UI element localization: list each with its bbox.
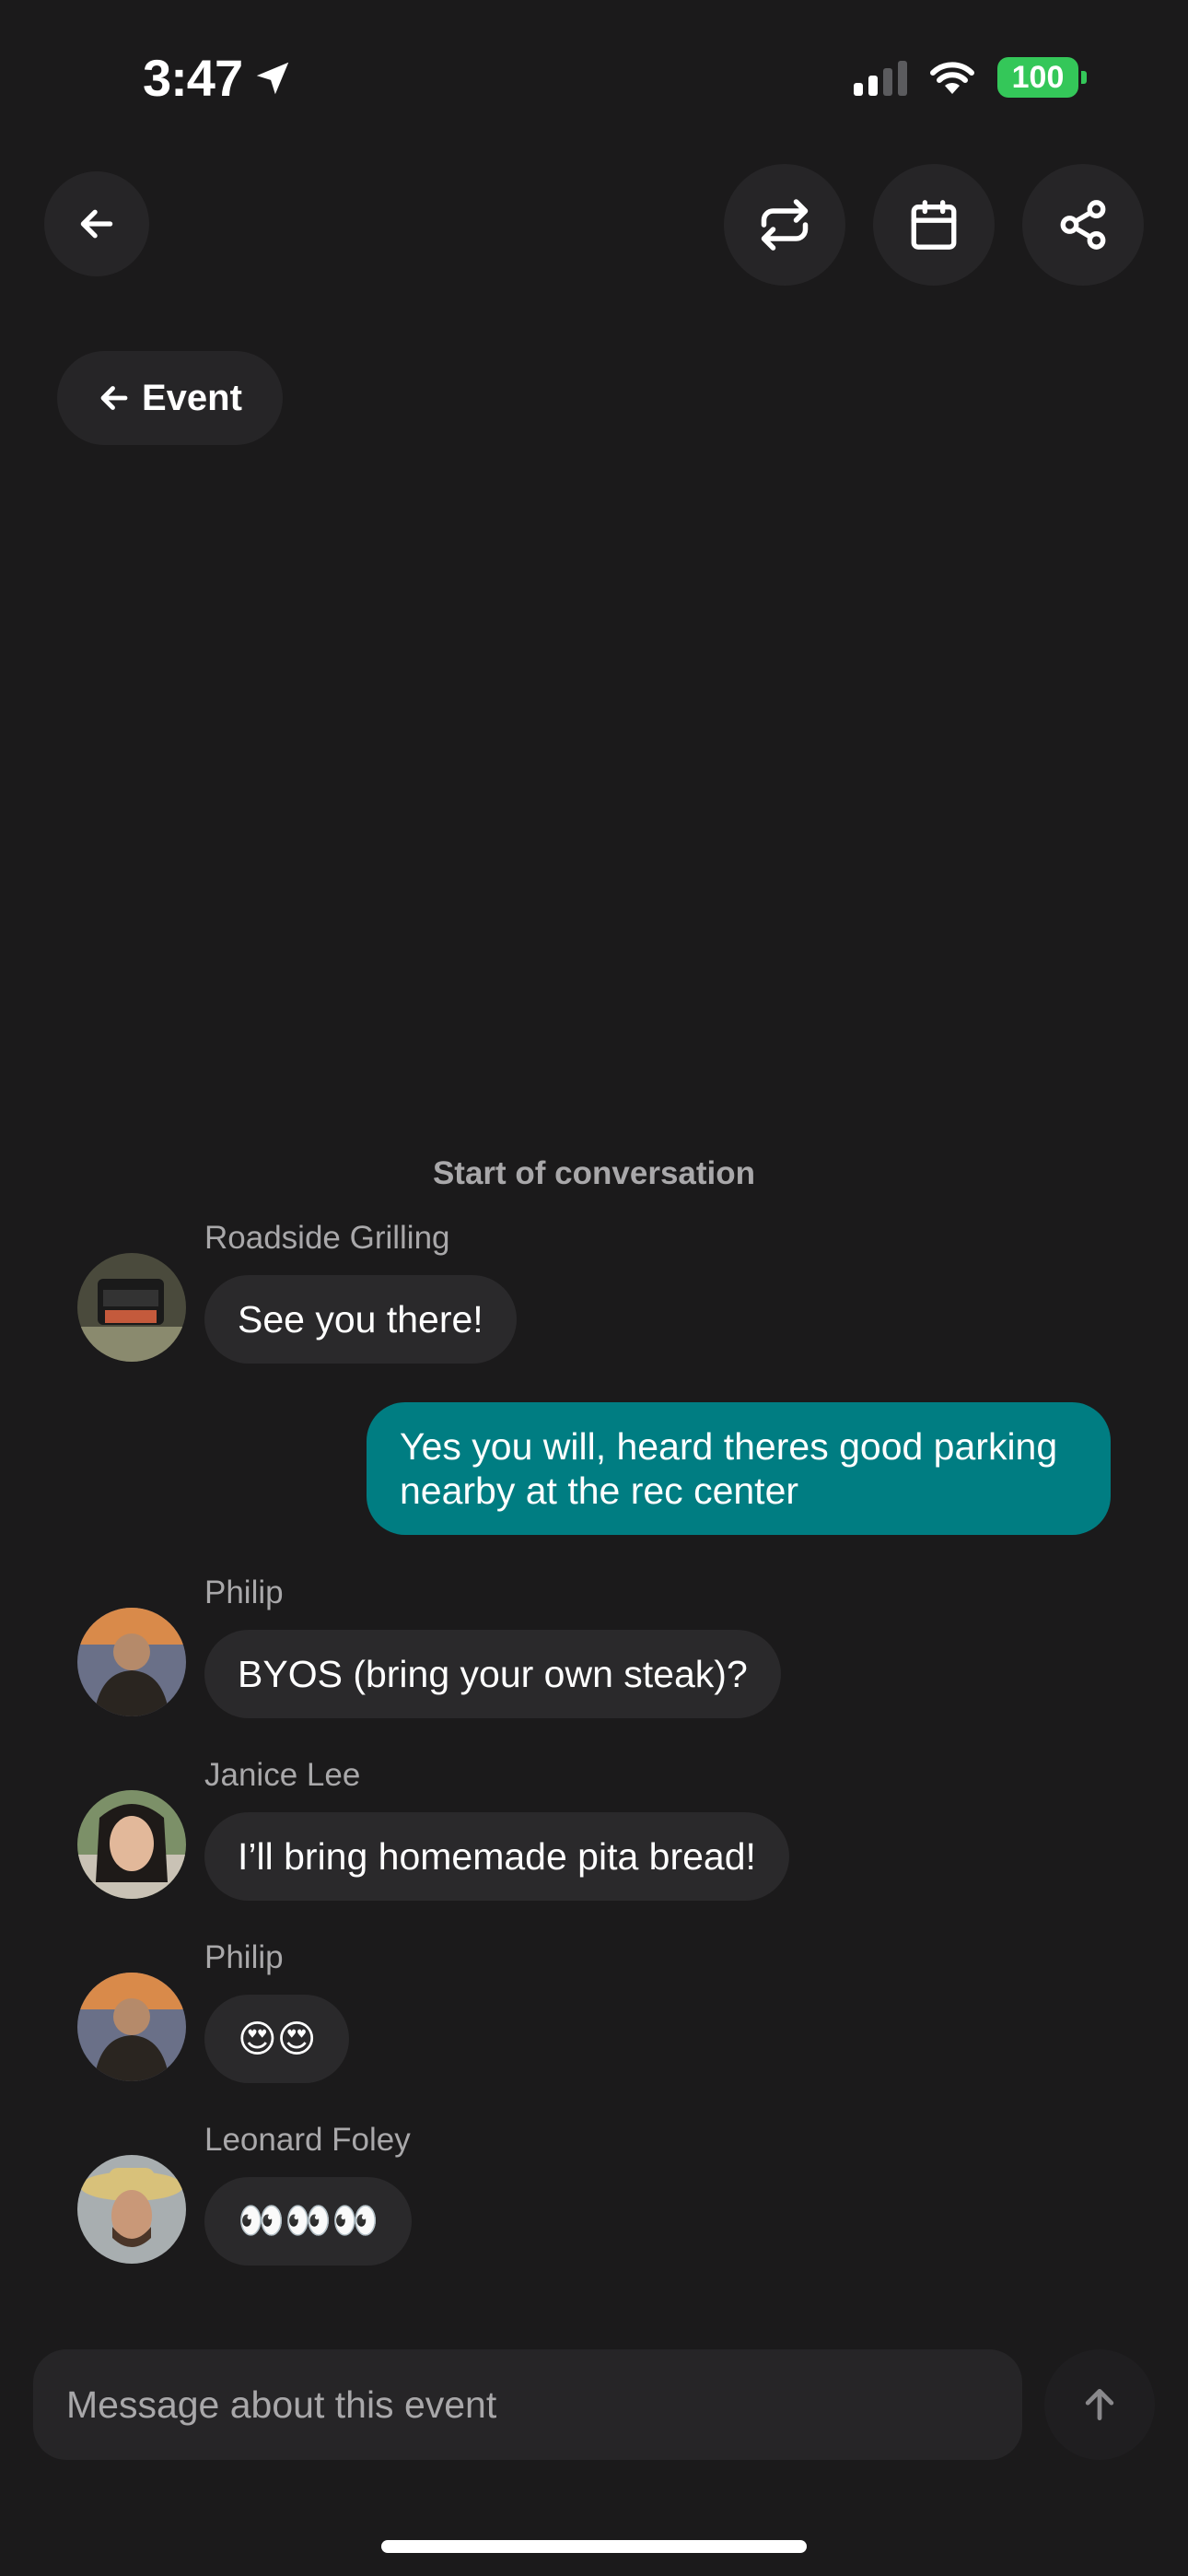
chat-screen: 3:47 100 Event Start of conversation Roa…: [0, 0, 1188, 2576]
arrow-left-icon: [100, 386, 128, 410]
message-sender: Philip: [204, 1939, 284, 1975]
message-bubble[interactable]: BYOS (bring your own steak)?: [204, 1630, 781, 1718]
status-time: 3:47: [143, 48, 294, 108]
calendar-button[interactable]: [873, 164, 995, 286]
repeat-button[interactable]: [724, 164, 845, 286]
event-link-label: Event: [142, 377, 242, 418]
arrow-left-icon: [80, 209, 113, 239]
avatar[interactable]: [77, 1973, 186, 2081]
wifi-icon: [930, 62, 974, 94]
message-sender: Roadside Grilling: [204, 1220, 450, 1256]
back-button[interactable]: [44, 171, 149, 276]
message-sender: Janice Lee: [204, 1757, 361, 1793]
conversation-start-label: Start of conversation: [432, 1155, 756, 1191]
avatar[interactable]: [77, 1608, 186, 1716]
location-arrow-icon: [256, 62, 289, 94]
battery-level: 100: [997, 57, 1078, 98]
message-bubble[interactable]: 👀👀👀: [204, 2177, 413, 2266]
message-sender: Philip: [204, 1575, 284, 1610]
cellular-signal-icon: [854, 59, 907, 96]
status-time-text: 3:47: [143, 49, 243, 107]
arrow-up-icon: [1085, 2388, 1114, 2421]
share-icon: [1060, 200, 1106, 250]
status-indicators: 100: [854, 57, 1087, 98]
message-input[interactable]: Message about this event: [33, 2349, 1022, 2460]
outgoing-message-bubble[interactable]: Yes you will, heard theres good parking …: [367, 1402, 1111, 1535]
event-link-button[interactable]: Event: [57, 351, 283, 445]
home-indicator[interactable]: [381, 2540, 807, 2553]
send-button[interactable]: [1044, 2349, 1155, 2460]
battery-icon: 100: [997, 57, 1087, 98]
message-sender: Leonard Foley: [204, 2122, 411, 2158]
repeat-icon: [761, 199, 809, 251]
message-input-placeholder: Message about this event: [66, 2383, 497, 2426]
message-bubble[interactable]: 😍😍: [204, 1995, 350, 2083]
share-button[interactable]: [1022, 164, 1144, 286]
avatar[interactable]: [77, 1790, 186, 1899]
calendar-icon: [911, 200, 957, 250]
message-bubble[interactable]: See you there!: [204, 1275, 517, 1364]
avatar[interactable]: [77, 1253, 186, 1362]
message-bubble[interactable]: I’ll bring homemade pita bread!: [204, 1812, 789, 1901]
avatar[interactable]: [77, 2155, 186, 2264]
